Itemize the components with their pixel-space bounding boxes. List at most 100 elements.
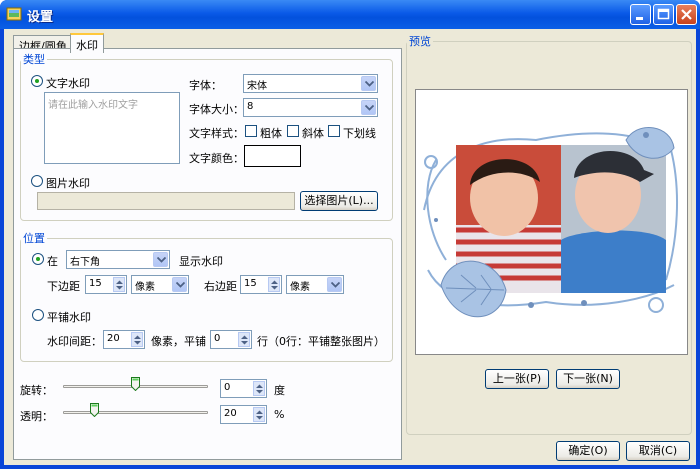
rotation-label: 旋转： <box>20 384 53 397</box>
rows-spinner[interactable]: 0 <box>210 330 252 349</box>
position-value: 右下角 <box>70 257 100 268</box>
right-margin-value: 15 <box>244 278 257 289</box>
chevron-down-icon <box>157 257 166 263</box>
spin-buttons[interactable] <box>253 407 265 422</box>
rotation-value: 0 <box>224 382 231 393</box>
ok-button[interactable]: 确定(O) <box>556 441 620 461</box>
tile-watermark-label: 平铺水印 <box>47 311 91 324</box>
up-down-arrows-icon <box>116 280 123 290</box>
right-margin-label: 右边距 <box>204 280 237 293</box>
close-icon <box>681 9 692 20</box>
opacity-slider-track[interactable] <box>63 411 208 414</box>
opacity-label: 透明： <box>20 410 53 423</box>
dropdown-arrow <box>361 100 376 115</box>
text-style-label: 文字样式： <box>189 127 244 140</box>
text-color-label: 文字颜色： <box>189 152 244 165</box>
app-icon <box>6 7 22 21</box>
spacing-value: 20 <box>107 333 120 344</box>
position-radio[interactable] <box>32 253 44 265</box>
spin-buttons[interactable] <box>131 332 143 347</box>
rows-value: 0 <box>214 333 221 344</box>
opacity-value: 20 <box>224 408 237 419</box>
at-label: 在 <box>47 255 58 268</box>
close-button[interactable] <box>676 4 697 25</box>
dropdown-arrow <box>153 252 168 267</box>
dialog-body: 边框/圆角 水印 类型 文字水印 请在此输入水印文字 字体： 宋体 字体大小： … <box>4 29 696 465</box>
chevron-down-icon <box>176 282 185 288</box>
spacing-unit-label: 像素，平铺 <box>151 335 206 348</box>
chevron-down-icon <box>365 105 374 111</box>
watermark-text-input[interactable]: 请在此输入水印文字 <box>44 92 180 164</box>
font-size-label: 字体大小： <box>189 103 244 116</box>
up-down-arrows-icon <box>256 410 263 420</box>
spin-buttons[interactable] <box>253 381 265 396</box>
cancel-button[interactable]: 取消(C) <box>626 441 690 461</box>
spacing-spinner[interactable]: 20 <box>103 330 145 349</box>
right-unit-value: 像素 <box>290 282 310 293</box>
preview-image-area <box>415 89 688 355</box>
underline-checkbox[interactable] <box>328 125 340 137</box>
rotation-spinner[interactable]: 0 <box>220 379 267 398</box>
minimize-icon <box>636 17 643 20</box>
font-size-value: 8 <box>247 101 254 112</box>
right-unit-select[interactable]: 像素 <box>286 275 344 294</box>
rotation-unit: 度 <box>274 384 285 397</box>
ok-label: 确定(O) <box>568 444 608 457</box>
up-down-arrows-icon <box>134 335 141 345</box>
text-watermark-radio[interactable] <box>31 75 43 87</box>
title-bar[interactable]: 设置 <box>0 0 700 29</box>
type-group-legend: 类型 <box>23 53 45 66</box>
cancel-label: 取消(C) <box>638 444 678 457</box>
minimize-button[interactable] <box>630 4 651 25</box>
spin-buttons[interactable] <box>238 332 250 347</box>
tile-watermark-radio[interactable] <box>32 309 44 321</box>
right-margin-spinner[interactable]: 15 <box>240 275 282 294</box>
bottom-margin-value: 15 <box>89 278 102 289</box>
opacity-slider-thumb[interactable] <box>90 403 100 417</box>
bottom-margin-label: 下边距 <box>47 280 80 293</box>
spin-buttons[interactable] <box>268 277 280 292</box>
italic-label: 斜体 <box>302 127 324 140</box>
position-select[interactable]: 右下角 <box>66 250 170 269</box>
watermark-text-placeholder: 请在此输入水印文字 <box>48 100 138 111</box>
tab-watermark[interactable]: 水印 <box>70 33 104 53</box>
next-label: 下一张(N) <box>563 372 613 385</box>
choose-image-button[interactable]: 选择图片(L)... <box>300 191 378 211</box>
settings-window: 设置 边框/圆角 水印 类型 文字水印 请在此输入水印文字 字体： 宋体 字体大… <box>0 0 700 469</box>
preview-legend: 预览 <box>409 35 431 48</box>
bottom-unit-select[interactable]: 像素 <box>131 275 189 294</box>
image-watermark-radio[interactable] <box>31 175 43 187</box>
dropdown-arrow <box>172 277 187 292</box>
opacity-unit: % <box>274 408 285 421</box>
opacity-spinner[interactable]: 20 <box>220 405 267 424</box>
font-select[interactable]: 宋体 <box>243 74 378 93</box>
window-title: 设置 <box>27 10 54 25</box>
maximize-button[interactable] <box>653 4 674 25</box>
font-size-select[interactable]: 8 <box>243 98 378 117</box>
next-image-button[interactable]: 下一张(N) <box>556 369 620 389</box>
previous-image-button[interactable]: 上一张(P) <box>485 369 549 389</box>
spin-buttons[interactable] <box>113 277 125 292</box>
image-path-field[interactable] <box>37 192 295 210</box>
bold-checkbox[interactable] <box>245 125 257 137</box>
underline-label: 下划线 <box>343 127 376 140</box>
text-watermark-label: 文字水印 <box>46 77 90 90</box>
italic-checkbox[interactable] <box>287 125 299 137</box>
rows-note: 行（0行：平铺整张图片） <box>257 335 385 348</box>
watermark-tab-panel: 类型 文字水印 请在此输入水印文字 字体： 宋体 字体大小： 8 文字样式： 粗… <box>13 48 402 460</box>
choose-image-label: 选择图片(L)... <box>304 194 374 207</box>
dropdown-arrow <box>327 277 342 292</box>
dropdown-arrow <box>361 76 376 91</box>
image-watermark-label: 图片水印 <box>46 177 90 190</box>
up-down-arrows-icon <box>271 280 278 290</box>
rotation-slider-thumb[interactable] <box>131 377 140 391</box>
bottom-unit-value: 像素 <box>135 282 155 293</box>
text-color-swatch[interactable] <box>244 145 301 167</box>
font-label: 字体： <box>189 79 222 92</box>
maximize-icon <box>657 8 670 20</box>
chevron-down-icon <box>365 81 374 87</box>
chevron-down-icon <box>331 282 340 288</box>
up-down-arrows-icon <box>241 335 248 345</box>
bottom-margin-spinner[interactable]: 15 <box>85 275 127 294</box>
bold-label: 粗体 <box>260 127 282 140</box>
